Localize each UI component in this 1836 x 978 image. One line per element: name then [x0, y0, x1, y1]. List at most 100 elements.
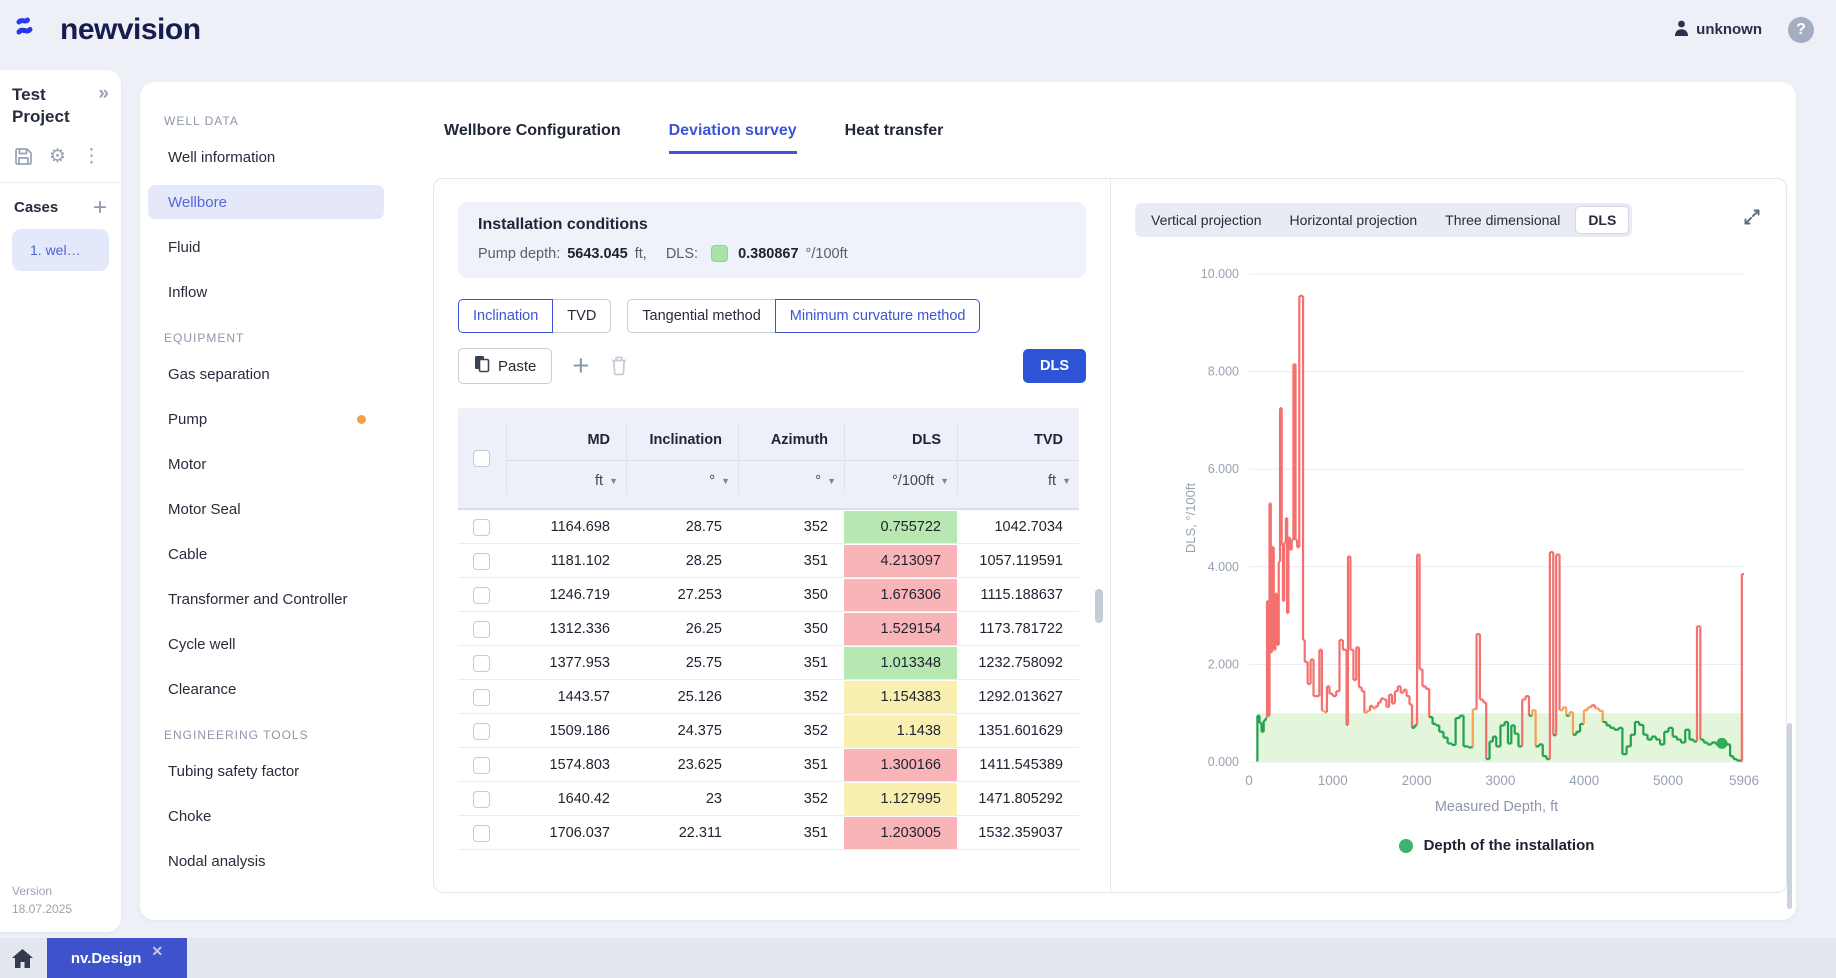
sidebar-item-gas-separation[interactable]: Gas separation: [148, 357, 384, 391]
dls-chart[interactable]: 0.0002.0004.0006.0008.00010.000DLS, °/10…: [1179, 229, 1769, 794]
toggle-minimum-curvature-method[interactable]: Minimum curvature method: [775, 299, 981, 333]
toggle-inclination[interactable]: Inclination: [458, 299, 553, 333]
sidebar-item-transformer-and-controller[interactable]: Transformer and Controller: [148, 582, 384, 616]
column-header-azimuth[interactable]: Azimuth: [738, 432, 844, 448]
sidebar-item-choke[interactable]: Choke: [148, 799, 384, 833]
sidebar-item-wellbore[interactable]: Wellbore: [148, 185, 384, 219]
row-checkbox[interactable]: [473, 723, 490, 740]
help-icon[interactable]: ?: [1788, 17, 1814, 43]
cell-tvd[interactable]: 1411.545389: [957, 757, 1079, 773]
home-icon[interactable]: [12, 949, 33, 968]
sidebar-item-inflow[interactable]: Inflow: [148, 275, 384, 309]
cell-tvd[interactable]: 1351.601629: [957, 723, 1079, 739]
sidebar-item-clearance[interactable]: Clearance: [148, 672, 384, 706]
cell-tvd[interactable]: 1042.7034: [957, 519, 1079, 535]
sidebar-item-tubing-safety-factor[interactable]: Tubing safety factor: [148, 754, 384, 788]
collapse-panel-icon[interactable]: »: [98, 84, 109, 129]
cell-dls[interactable]: 1.300166: [844, 749, 957, 781]
row-checkbox[interactable]: [473, 825, 490, 842]
cell-dls[interactable]: 1.154383: [844, 681, 957, 713]
cell-inclination[interactable]: 25.126: [626, 689, 738, 705]
tab-wellbore-configuration[interactable]: Wellbore Configuration: [444, 122, 621, 154]
cell-azimuth[interactable]: 350: [738, 621, 844, 637]
save-icon[interactable]: [14, 147, 33, 166]
add-case-button[interactable]: +: [93, 199, 107, 217]
add-row-button[interactable]: +: [572, 353, 589, 379]
user-menu[interactable]: unknown: [1674, 20, 1762, 40]
case-item[interactable]: 1. wel…: [12, 229, 109, 271]
cell-inclination[interactable]: 25.75: [626, 655, 738, 671]
sidebar-item-pump[interactable]: Pump: [148, 402, 384, 436]
cell-inclination[interactable]: 23: [626, 791, 738, 807]
cell-tvd[interactable]: 1173.781722: [957, 621, 1079, 637]
cell-inclination[interactable]: 28.75: [626, 519, 738, 535]
sidebar-item-motor[interactable]: Motor: [148, 447, 384, 481]
cell-md[interactable]: 1377.953: [506, 655, 626, 671]
cell-azimuth[interactable]: 352: [738, 689, 844, 705]
app-tab-nv-design[interactable]: nv.Design ✕: [47, 938, 187, 978]
sidebar-item-well-information[interactable]: Well information: [148, 140, 384, 174]
sidebar-item-nodal-analysis[interactable]: Nodal analysis: [148, 844, 384, 878]
cell-dls[interactable]: 1.013348: [844, 647, 957, 679]
cell-dls[interactable]: 1.529154: [844, 613, 957, 645]
cell-tvd[interactable]: 1292.013627: [957, 689, 1079, 705]
cell-inclination[interactable]: 27.253: [626, 587, 738, 603]
cell-tvd[interactable]: 1232.758092: [957, 655, 1079, 671]
column-header-inclination[interactable]: Inclination: [626, 432, 738, 448]
cell-dls[interactable]: 1.203005: [844, 817, 957, 849]
cell-inclination[interactable]: 24.375: [626, 723, 738, 739]
cell-md[interactable]: 1164.698: [506, 519, 626, 535]
gear-icon[interactable]: ⚙: [49, 145, 66, 168]
unit-select-azimuth[interactable]: °▼: [738, 473, 844, 489]
cell-inclination[interactable]: 22.311: [626, 825, 738, 841]
row-checkbox[interactable]: [473, 655, 490, 672]
cell-inclination[interactable]: 26.25: [626, 621, 738, 637]
cell-azimuth[interactable]: 351: [738, 553, 844, 569]
delete-row-icon[interactable]: [609, 355, 629, 377]
row-checkbox[interactable]: [473, 587, 490, 604]
cell-azimuth[interactable]: 350: [738, 587, 844, 603]
cell-md[interactable]: 1443.57: [506, 689, 626, 705]
expand-chart-icon[interactable]: [1742, 207, 1762, 227]
row-checkbox[interactable]: [473, 519, 490, 536]
kebab-menu-icon[interactable]: ⋮: [82, 145, 101, 168]
cell-tvd[interactable]: 1471.805292: [957, 791, 1079, 807]
cell-md[interactable]: 1706.037: [506, 825, 626, 841]
row-checkbox[interactable]: [473, 689, 490, 706]
cell-inclination[interactable]: 23.625: [626, 757, 738, 773]
cell-dls[interactable]: 1.127995: [844, 783, 957, 815]
tab-heat-transfer[interactable]: Heat transfer: [845, 122, 944, 154]
unit-select-tvd[interactable]: ft▼: [957, 473, 1079, 489]
cell-md[interactable]: 1640.42: [506, 791, 626, 807]
cell-md[interactable]: 1246.719: [506, 587, 626, 603]
cell-dls[interactable]: 0.755722: [844, 511, 957, 543]
sidebar-item-fluid[interactable]: Fluid: [148, 230, 384, 264]
sidebar-item-cycle-well[interactable]: Cycle well: [148, 627, 384, 661]
cell-tvd[interactable]: 1532.359037: [957, 825, 1079, 841]
sidebar-item-motor-seal[interactable]: Motor Seal: [148, 492, 384, 526]
row-checkbox[interactable]: [473, 621, 490, 638]
cell-inclination[interactable]: 28.25: [626, 553, 738, 569]
cell-azimuth[interactable]: 352: [738, 723, 844, 739]
column-header-dls[interactable]: DLS: [844, 432, 957, 448]
unit-select-dls[interactable]: °/100ft▼: [844, 473, 957, 489]
cell-dls[interactable]: 1.1438: [844, 715, 957, 747]
column-header-md[interactable]: MD: [506, 432, 626, 448]
cell-azimuth[interactable]: 352: [738, 519, 844, 535]
unit-select-inclination[interactable]: °▼: [626, 473, 738, 489]
table-scrollbar[interactable]: [1095, 589, 1103, 623]
paste-button[interactable]: Paste: [458, 348, 552, 384]
cell-md[interactable]: 1312.336: [506, 621, 626, 637]
cell-azimuth[interactable]: 351: [738, 757, 844, 773]
cell-tvd[interactable]: 1115.188637: [957, 587, 1079, 603]
row-checkbox[interactable]: [473, 791, 490, 808]
tab-deviation-survey[interactable]: Deviation survey: [669, 122, 797, 154]
column-header-tvd[interactable]: TVD: [957, 432, 1079, 448]
toggle-tvd[interactable]: TVD: [552, 299, 611, 333]
cell-md[interactable]: 1181.102: [506, 553, 626, 569]
sidebar-item-cable[interactable]: Cable: [148, 537, 384, 571]
cell-azimuth[interactable]: 351: [738, 655, 844, 671]
cell-dls[interactable]: 4.213097: [844, 545, 957, 577]
row-checkbox[interactable]: [473, 553, 490, 570]
dls-button[interactable]: DLS: [1023, 349, 1086, 383]
